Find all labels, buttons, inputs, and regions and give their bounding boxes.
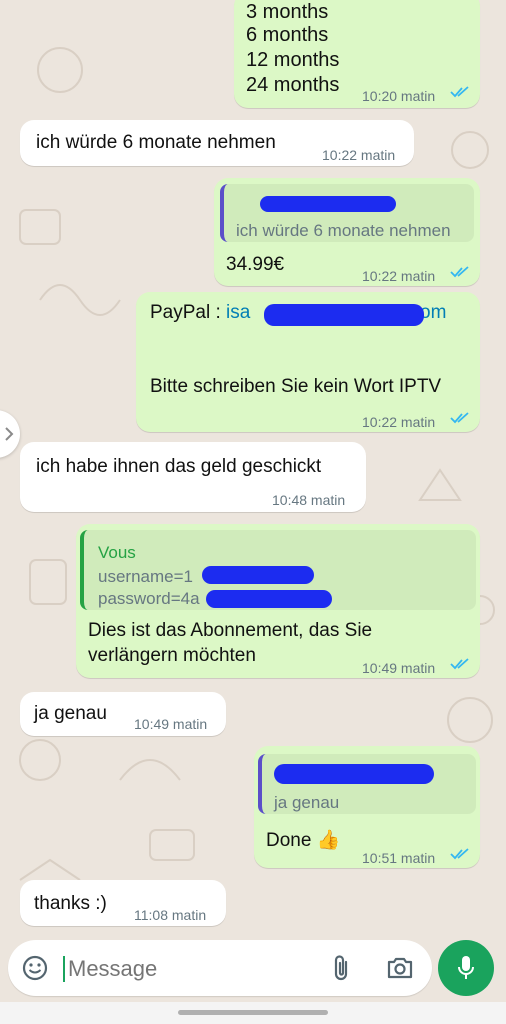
emoji-icon[interactable] xyxy=(22,955,48,981)
chevron-right-icon xyxy=(5,427,14,441)
home-gesture-bar[interactable] xyxy=(178,1010,328,1015)
message-outgoing-plans[interactable]: 3 months 6 months 12 months 24 months 10… xyxy=(234,0,480,108)
quoted-message[interactable]: ja genau xyxy=(258,754,476,814)
microphone-icon xyxy=(458,956,474,979)
message-text-done: Done xyxy=(266,830,312,851)
message-line: 6 months xyxy=(246,24,329,46)
message-time: 10:51 matin xyxy=(362,850,436,866)
message-incoming[interactable]: thanks :) 11:08 matin xyxy=(20,880,226,926)
message-text: thanks :) xyxy=(34,893,107,914)
paypal-label: PayPal : xyxy=(150,302,227,323)
message-text: ja genau xyxy=(34,703,107,724)
double-check-icon xyxy=(450,848,469,860)
message-time: 10:49 matin xyxy=(134,716,208,732)
message-text: Bitte schreiben Sie kein Wort IPTV xyxy=(150,376,442,397)
message-outgoing-paypal[interactable]: PayPal : isa om Bitte schreiben Sie kein… xyxy=(136,292,480,432)
message-composer xyxy=(8,940,432,996)
double-check-icon xyxy=(450,86,469,98)
quoted-author: Vous xyxy=(98,543,136,562)
camera-icon[interactable] xyxy=(386,956,414,980)
message-text: PayPal : isa xyxy=(150,300,250,325)
message-line: 24 months xyxy=(246,74,340,96)
message-incoming[interactable]: ja genau 10:49 matin xyxy=(20,692,226,736)
message-outgoing-subscription[interactable]: Vous username=1 password=4a Dies ist das… xyxy=(76,524,480,678)
chat-area[interactable]: 3 months 6 months 12 months 24 months 10… xyxy=(0,0,506,1024)
quoted-text: ich würde 6 monate nehmen xyxy=(236,221,451,240)
double-check-icon xyxy=(450,412,469,424)
message-outgoing-done[interactable]: ja genau Done 👍 10:51 matin xyxy=(254,746,480,868)
message-time: 10:22 matin xyxy=(322,147,396,163)
message-outgoing-price[interactable]: ich würde 6 monate nehmen 34.99€ 10:22 m… xyxy=(214,178,480,286)
message-time: 10:20 matin xyxy=(362,88,436,104)
message-text: 34.99€ xyxy=(226,254,285,275)
message-text: ich habe ihnen das geld geschickt xyxy=(36,456,322,477)
message-text: Dies ist das Abonnement, das Sie xyxy=(88,620,373,641)
quoted-message[interactable]: Vous username=1 password=4a xyxy=(80,530,476,610)
message-time: 10:22 matin xyxy=(362,268,436,284)
microphone-button[interactable] xyxy=(438,940,494,996)
message-text: Done 👍 xyxy=(266,828,340,853)
text-cursor xyxy=(63,956,65,982)
email-link-start[interactable]: isa xyxy=(226,302,250,323)
redacted-email xyxy=(264,304,424,326)
message-line: 3 months xyxy=(246,1,329,23)
message-incoming[interactable]: ich würde 6 monate nehmen 10:22 matin xyxy=(20,120,414,166)
thumbs-up-emoji: 👍 xyxy=(316,830,341,851)
message-incoming[interactable]: ich habe ihnen das geld geschickt 10:48 … xyxy=(20,442,366,512)
quoted-text: ja genau xyxy=(274,793,340,812)
redacted-credentials xyxy=(202,566,314,584)
quoted-text: password=4a xyxy=(98,589,200,608)
message-text: verlängern möchten xyxy=(88,645,256,666)
message-time: 11:08 matin xyxy=(134,907,207,923)
message-time: 10:49 matin xyxy=(362,660,436,676)
message-text: ich würde 6 monate nehmen xyxy=(36,132,276,153)
quoted-message[interactable]: ich würde 6 monate nehmen xyxy=(220,184,474,242)
message-time: 10:22 matin xyxy=(362,414,436,430)
paperclip-icon[interactable] xyxy=(332,954,352,982)
message-time: 10:48 matin xyxy=(272,492,346,508)
redacted-credentials xyxy=(206,590,332,608)
message-line: 12 months xyxy=(246,49,340,71)
message-input[interactable] xyxy=(66,950,320,988)
redacted-name xyxy=(274,764,434,784)
double-check-icon xyxy=(450,658,469,670)
double-check-icon xyxy=(450,266,469,278)
redacted-name xyxy=(260,196,396,212)
